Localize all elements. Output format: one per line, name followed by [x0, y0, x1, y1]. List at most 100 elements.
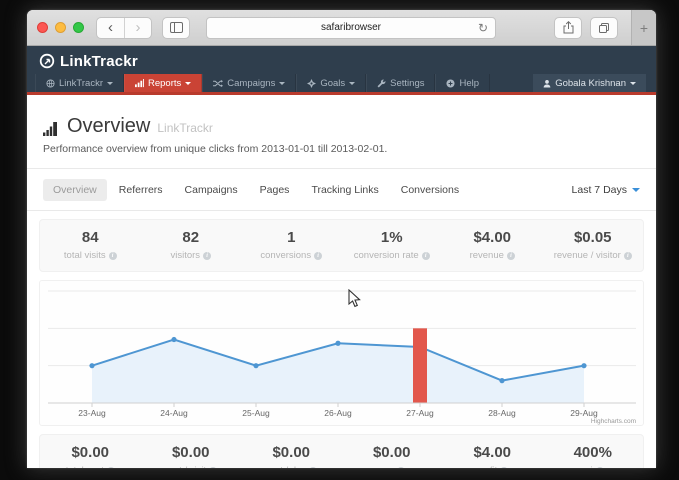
user-icon: [543, 79, 551, 88]
report-tabs: Overview Referrers Campaigns Pages Track…: [27, 169, 656, 211]
page-title-suffix: LinkTrackr: [157, 121, 213, 135]
data-point-marker[interactable]: [499, 378, 504, 383]
data-point-marker[interactable]: [171, 337, 176, 342]
stat-value: $4.00: [442, 229, 543, 246]
show-all-tabs-button[interactable]: [590, 17, 618, 39]
browser-toolbar: ‹ › safaribrowser ↻ +: [27, 10, 656, 46]
stat-value: 1: [241, 229, 342, 246]
tab-tracking-links[interactable]: Tracking Links: [301, 179, 388, 201]
chevron-down-icon: [632, 188, 640, 192]
user-menu[interactable]: Gobala Krishnan: [533, 74, 646, 92]
tab-overview[interactable]: Overview: [43, 179, 107, 201]
data-point-marker[interactable]: [253, 363, 258, 368]
info-icon[interactable]: i: [624, 252, 632, 260]
tab-referrers[interactable]: Referrers: [109, 179, 173, 201]
x-axis-label: 26-Aug: [324, 408, 352, 418]
info-icon[interactable]: i: [209, 467, 217, 469]
close-window-button[interactable]: [37, 22, 48, 33]
info-icon[interactable]: i: [397, 467, 405, 469]
share-icon: [563, 21, 574, 34]
info-icon[interactable]: i: [500, 467, 508, 469]
menu-item-goals[interactable]: Goals: [296, 74, 366, 92]
stat-value: $0.00: [342, 444, 443, 461]
stat-cpa: $0.00 cpai: [342, 444, 443, 468]
chart-credits[interactable]: Highcharts.com: [591, 418, 636, 425]
stats-bottom-panel: $0.00total costi$0.00cost / visiti$0.00c…: [39, 434, 644, 468]
stat-label: conversion ratei: [342, 250, 443, 261]
menu-label: Goals: [320, 78, 345, 89]
target-icon: [307, 79, 316, 88]
stat-total-visits: 84 total visitsi: [40, 229, 141, 261]
stat-label: revenuei: [442, 250, 543, 261]
stat-label: roii: [543, 465, 644, 468]
stat-value: 1%: [342, 229, 443, 246]
stat-label: total visitsi: [40, 250, 141, 261]
info-icon[interactable]: i: [109, 252, 117, 260]
back-button[interactable]: ‹: [97, 18, 124, 38]
stat-label: profiti: [442, 465, 543, 468]
stat-cost-visit: $0.00cost / visiti: [141, 444, 242, 468]
menu-item-reports[interactable]: Reports: [124, 74, 202, 92]
tab-campaigns[interactable]: Campaigns: [175, 179, 248, 201]
tab-pages[interactable]: Pages: [250, 179, 300, 201]
stat-revenue-visitor: $0.05revenue / visitori: [543, 229, 644, 261]
menu-item-help[interactable]: Help: [435, 74, 490, 92]
stat-value: $0.00: [141, 444, 242, 461]
wrench-icon: [377, 79, 386, 88]
share-button[interactable]: [554, 17, 582, 39]
page-title: Overview: [67, 115, 150, 138]
x-axis-label: 25-Aug: [242, 408, 270, 418]
chevron-down-icon: [349, 82, 355, 85]
stat-label: total costi: [40, 465, 141, 468]
sidebar-toggle-button[interactable]: [162, 17, 190, 39]
info-icon[interactable]: i: [107, 467, 115, 469]
minimize-window-button[interactable]: [55, 22, 66, 33]
menu-item-settings[interactable]: Settings: [366, 74, 435, 92]
overview-bars-icon: [43, 122, 60, 136]
plus-icon: +: [640, 20, 648, 36]
address-bar[interactable]: safaribrowser ↻: [206, 17, 496, 39]
menu-label: LinkTrackr: [59, 78, 103, 89]
stat-label: revenue / visitori: [543, 250, 644, 261]
data-point-marker[interactable]: [89, 363, 94, 368]
new-tab-button[interactable]: +: [631, 10, 656, 45]
data-point-marker[interactable]: [581, 363, 586, 368]
main-menu: LinkTrackr Reports Campaigns Goals Setti…: [27, 74, 656, 92]
info-icon[interactable]: i: [596, 467, 604, 469]
window-controls: [37, 22, 84, 33]
x-axis-label: 27-Aug: [406, 408, 434, 418]
info-icon[interactable]: i: [507, 252, 515, 260]
brand-row: LinkTrackr: [27, 46, 656, 74]
page-content: Overview LinkTrackr Performance overview…: [27, 95, 656, 468]
zoom-window-button[interactable]: [73, 22, 84, 33]
tab-conversions[interactable]: Conversions: [391, 179, 469, 201]
page-header: Overview LinkTrackr Performance overview…: [27, 95, 656, 169]
brand-name[interactable]: LinkTrackr: [60, 53, 138, 70]
chevron-down-icon: [107, 82, 113, 85]
data-point-marker[interactable]: [335, 341, 340, 346]
stat-label: cpai: [342, 465, 443, 468]
toolbar-right-buttons: [554, 17, 618, 39]
info-icon[interactable]: i: [203, 252, 211, 260]
menu-item-campaigns[interactable]: Campaigns: [202, 74, 296, 92]
highlight-column[interactable]: [413, 328, 427, 403]
forward-button[interactable]: ›: [124, 18, 151, 38]
stat-cost-day: $0.00cost / dayi: [241, 444, 342, 468]
chevron-down-icon: [279, 82, 285, 85]
menu-item-linktrackr[interactable]: LinkTrackr: [35, 74, 124, 92]
info-icon[interactable]: i: [314, 252, 322, 260]
stat-value: $4.00: [442, 444, 543, 461]
date-range-dropdown[interactable]: Last 7 Days: [572, 184, 640, 196]
chevron-down-icon: [185, 82, 191, 85]
visits-chart[interactable]: 23-Aug24-Aug25-Aug26-Aug27-Aug28-Aug29-A…: [39, 280, 644, 426]
browser-window: ‹ › safaribrowser ↻ + LinkTrackr: [27, 10, 656, 468]
shuffle-icon: [213, 79, 223, 88]
page-description: Performance overview from unique clicks …: [43, 143, 640, 155]
stat-value: 84: [40, 229, 141, 246]
chevron-down-icon: [630, 82, 636, 85]
stat-value: $0.00: [40, 444, 141, 461]
reload-icon[interactable]: ↻: [478, 22, 488, 34]
stat-value: 400%: [543, 444, 644, 461]
info-icon[interactable]: i: [309, 467, 317, 469]
info-icon[interactable]: i: [422, 252, 430, 260]
